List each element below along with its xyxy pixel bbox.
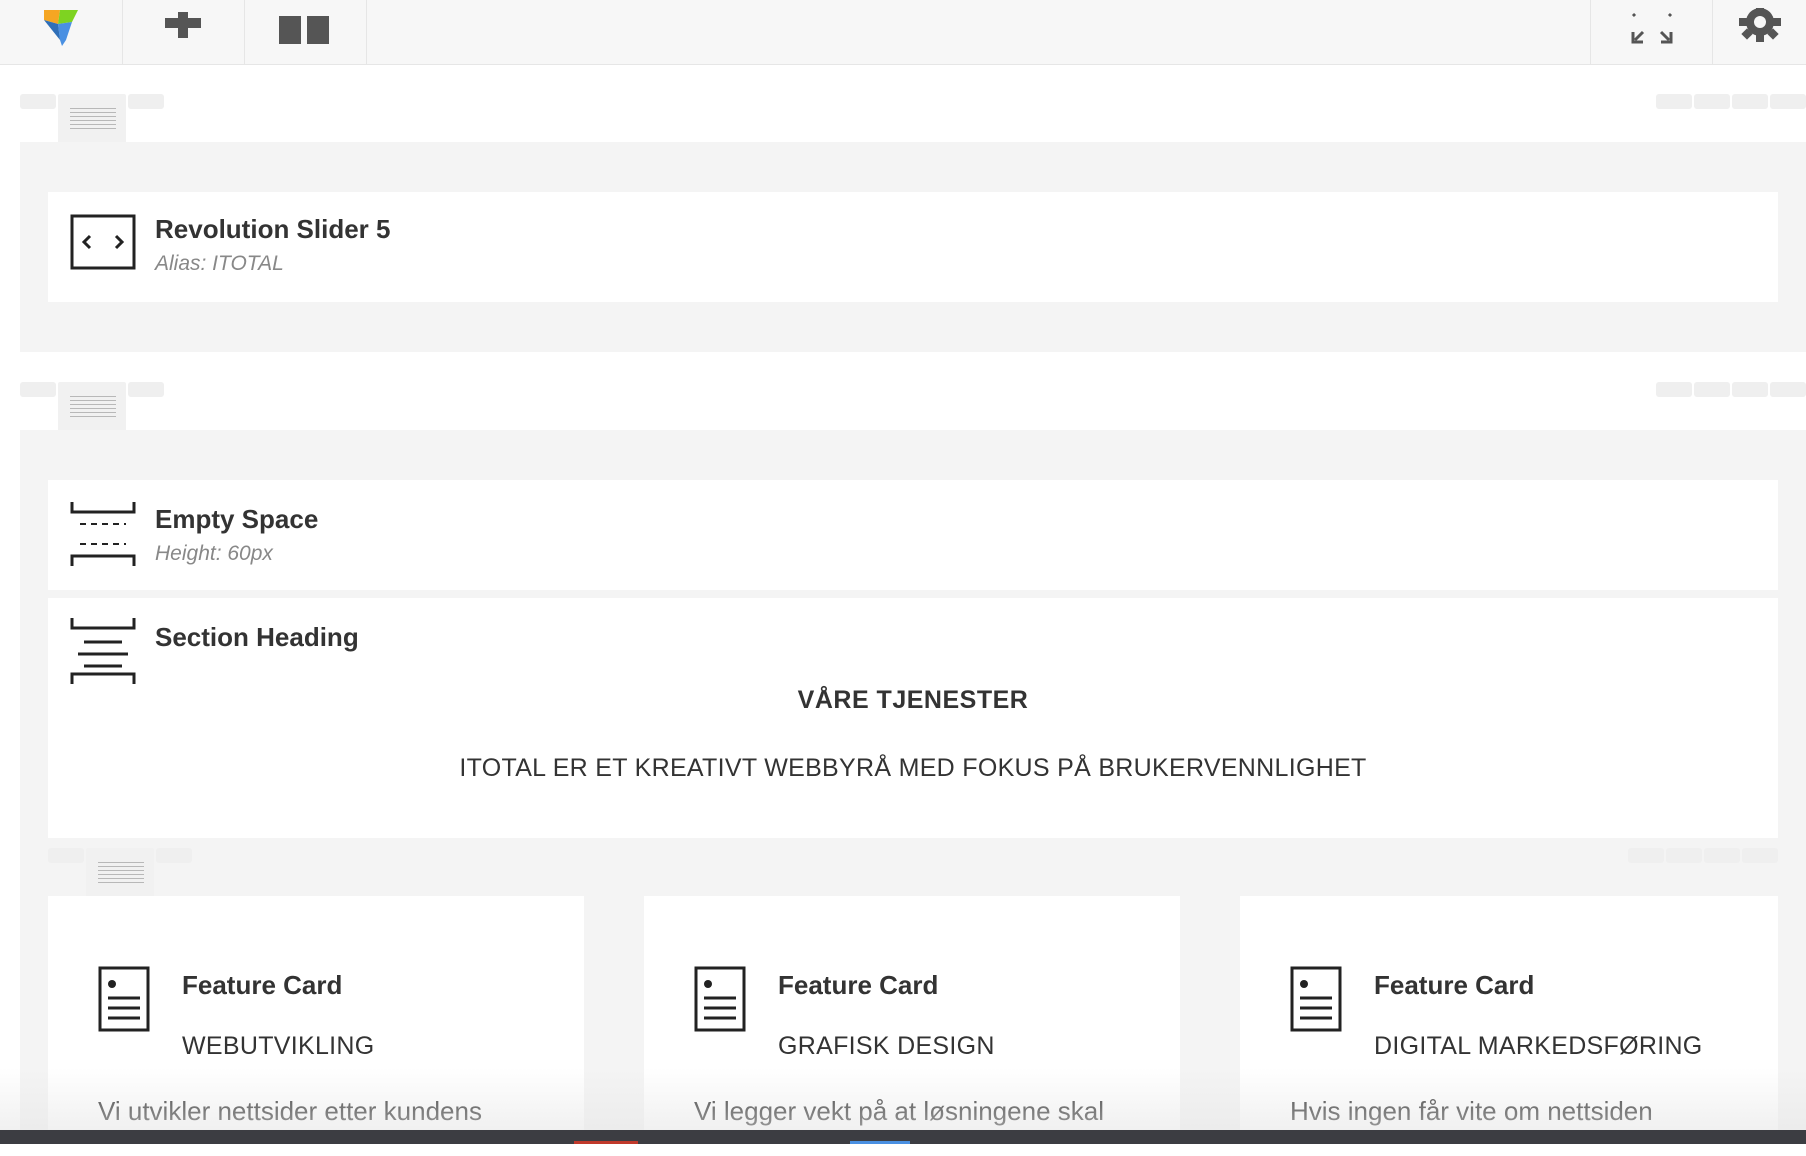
empty-space-element[interactable]: Empty Space Height: 60px [48, 480, 1778, 590]
logo-icon [44, 10, 78, 46]
row-2: Empty Space Height: 60px Section Heading… [20, 430, 1806, 1156]
feature-card-digital-markedsforing[interactable]: Feature Card DIGITAL MARKEDSFØRING Hvis … [1240, 896, 1778, 1156]
card-subtitle: DIGITAL MARKEDSFØRING [1374, 1032, 1703, 1060]
element-subtitle: Alias: ITOTAL [155, 252, 284, 275]
empty-space-icon [70, 502, 136, 566]
row-control[interactable] [20, 94, 56, 109]
layout-icon [279, 16, 329, 44]
row-control[interactable] [1656, 94, 1692, 109]
row-control[interactable] [20, 382, 56, 397]
element-title: Revolution Slider 5 [155, 214, 391, 244]
drag-lines-icon [98, 862, 144, 886]
plus-icon [165, 12, 201, 38]
section-tagline-text: ITOTAL ER ET KREATIVT WEBBYRÅ MED FOKUS … [459, 754, 1367, 782]
fullscreen-icon [1631, 12, 1673, 44]
drag-lines-icon [70, 396, 116, 420]
drag-lines-icon [70, 108, 116, 132]
row-drag-handle[interactable] [58, 94, 126, 142]
card-title: Feature Card [182, 970, 343, 1000]
card-subtitle: WEBUTVIKLING [182, 1032, 375, 1060]
inner-row-control[interactable] [1704, 848, 1740, 863]
templates-button[interactable] [244, 0, 367, 64]
row-control[interactable] [128, 382, 164, 397]
card-text: Vi legger vekt på at løsningene skal [694, 1096, 1104, 1126]
revolution-slider-element[interactable]: Revolution Slider 5 Alias: ITOTAL [48, 192, 1778, 302]
element-title: Section Heading [155, 622, 359, 652]
document-icon [1290, 966, 1342, 1032]
code-brackets-icon [70, 214, 136, 270]
row-control[interactable] [1694, 382, 1730, 397]
section-heading-text: VÅRE TJENESTER [797, 686, 1029, 714]
row-control[interactable] [1770, 382, 1806, 397]
row-1: Revolution Slider 5 Alias: ITOTAL [20, 142, 1806, 352]
inner-row-control[interactable] [1628, 848, 1664, 863]
element-subtitle: Height: 60px [155, 542, 273, 565]
element-title: Empty Space [155, 504, 319, 534]
row-control[interactable] [128, 94, 164, 109]
card-text: Hvis ingen får vite om nettsiden [1290, 1096, 1653, 1126]
row-control[interactable] [1694, 94, 1730, 109]
inner-row-control[interactable] [156, 848, 192, 863]
fullscreen-button[interactable] [1590, 0, 1713, 64]
row-control[interactable] [1732, 94, 1768, 109]
section-heading-element[interactable]: Section Heading VÅRE TJENESTER ITOTAL ER… [48, 598, 1778, 838]
section-heading-icon [70, 618, 136, 684]
card-title: Feature Card [778, 970, 939, 1000]
card-text: Vi utvikler nettsider etter kundens [98, 1096, 482, 1126]
row-control[interactable] [1656, 382, 1692, 397]
inner-row-control[interactable] [1742, 848, 1778, 863]
card-subtitle: GRAFISK DESIGN [778, 1032, 995, 1060]
document-icon [98, 966, 150, 1032]
top-toolbar [0, 0, 1806, 65]
row-drag-handle[interactable] [58, 382, 126, 430]
document-icon [694, 966, 746, 1032]
row-control[interactable] [1770, 94, 1806, 109]
settings-button[interactable] [1712, 0, 1806, 64]
inner-row-control[interactable] [1666, 848, 1702, 863]
row-control[interactable] [1732, 382, 1768, 397]
os-taskbar [0, 1130, 1806, 1144]
inner-row-drag-handle[interactable] [86, 848, 154, 896]
inner-row-control[interactable] [48, 848, 84, 863]
add-element-button[interactable] [122, 0, 245, 64]
card-title: Feature Card [1374, 970, 1535, 1000]
logo-button[interactable] [0, 0, 123, 64]
feature-card-webutvikling[interactable]: Feature Card WEBUTVIKLING Vi utvikler ne… [48, 896, 584, 1156]
feature-card-grafisk-design[interactable]: Feature Card GRAFISK DESIGN Vi legger ve… [644, 896, 1180, 1156]
gear-icon [1739, 8, 1781, 42]
